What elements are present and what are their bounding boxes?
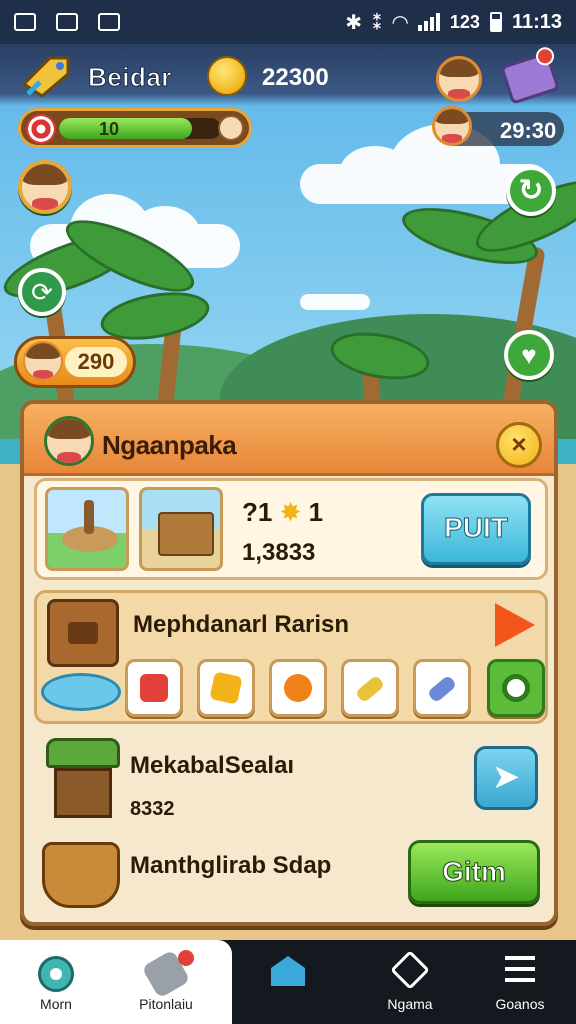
panel-avatar: [44, 416, 94, 466]
go-button[interactable]: Gitm: [408, 840, 540, 904]
diamond-tag-icon: [390, 950, 430, 990]
notification-icon: [14, 13, 36, 31]
workshop-thumbnail[interactable]: [139, 487, 223, 571]
recipe-row: Mephdanarl Rarisn: [34, 590, 548, 724]
nav-item-menu[interactable]: Goanos: [464, 940, 576, 1024]
quest-giver-button[interactable]: [18, 160, 72, 214]
player-name: Beidar: [88, 62, 172, 93]
profile-avatar[interactable]: [436, 56, 482, 102]
panel-title: Ngaanpaka: [102, 430, 237, 460]
recipe-title: Mephdanarl Rarisn: [133, 611, 350, 638]
house-icon: [271, 956, 305, 986]
basket-icon: [42, 842, 120, 908]
island-thumbnail[interactable]: [45, 487, 129, 571]
reward-label: ?1 ✸ 1: [242, 497, 323, 528]
item-slot-brick[interactable]: [125, 659, 183, 717]
nav-label: Ngama: [387, 996, 433, 1012]
gem-counter[interactable]: 290: [14, 336, 136, 388]
offer-row: ?1 ✸ 1 1,3833 PUIT: [34, 478, 548, 580]
pool-icon: [41, 673, 121, 711]
coin-count: 22300: [262, 64, 329, 91]
xp-track: [59, 118, 221, 139]
home-badge-icon: [38, 956, 74, 992]
notification-badge: [178, 950, 194, 966]
nav-label: Goanos: [495, 996, 545, 1012]
crate-icon: [47, 599, 119, 667]
share-icon[interactable]: ➤: [474, 746, 538, 810]
friend-avatar[interactable]: [432, 106, 472, 146]
nav-label: Morn: [40, 996, 72, 1012]
heart-icon[interactable]: [504, 330, 554, 380]
market-count: 8332: [130, 798, 175, 820]
bottom-nav: Morn Pitonlaiu Ngama Goanos: [0, 940, 576, 1024]
face-icon: [218, 115, 244, 141]
item-slot-fruit[interactable]: [269, 659, 327, 717]
cloud: [300, 294, 370, 310]
gem-count: 290: [65, 347, 127, 377]
notification-icon: [98, 13, 120, 31]
nav-item-home[interactable]: Morn: [0, 940, 112, 1024]
signal-icon: [417, 13, 440, 31]
top-hud: Beidar 22300: [0, 44, 576, 106]
nav-label: Pitonlaiu: [139, 996, 193, 1012]
clock: 11:13: [511, 10, 562, 33]
item-slot-toy-blocks[interactable]: [197, 659, 255, 717]
quest-panel: Ngaanpaka × ?1 ✸ 1 1,3833 PUIT Mephdanar…: [20, 400, 558, 926]
reward-suffix: 1: [308, 497, 324, 527]
play-arrow-icon[interactable]: [495, 603, 535, 647]
menu-icon: [505, 956, 535, 982]
panel-header: Ngaanpaka ×: [24, 404, 554, 476]
market-stall-icon: [46, 734, 120, 838]
battery-icon: [489, 12, 502, 32]
offer-amount: 1,3833: [242, 539, 316, 566]
xp-level: 10: [99, 119, 120, 139]
bluetooth-icon: ✱: [345, 11, 363, 34]
refresh-icon[interactable]: [506, 166, 556, 216]
friend-score: 29:30: [500, 118, 557, 143]
ring-slot-button[interactable]: [487, 659, 545, 717]
market-row: MekabalSealaı 8332 Manthglirab Sdap ➤ Gi…: [34, 734, 548, 920]
vibrate-icon: ⁑: [372, 11, 383, 34]
notification-icon: [56, 13, 78, 31]
character-avatar: [23, 341, 63, 381]
market-subtitle: Manthglirab Sdap: [130, 852, 332, 879]
target-icon: [26, 114, 56, 144]
sync-icon[interactable]: [18, 268, 66, 316]
network-label: 123: [449, 11, 480, 32]
status-bar: ✱ ⁑ ◠ 123 11:13: [0, 0, 576, 44]
item-slot-rolling-pin[interactable]: [341, 659, 399, 717]
wifi-icon: ◠: [392, 11, 408, 34]
tag-icon[interactable]: [20, 54, 72, 98]
coin-icon: [207, 56, 247, 96]
market-title: MekabalSealaı: [130, 752, 295, 779]
xp-fill: [59, 118, 192, 139]
xp-bar: 10: [18, 108, 252, 148]
put-button[interactable]: PUIT: [421, 493, 531, 565]
item-slot-telescope[interactable]: [413, 659, 471, 717]
nav-item-ngama[interactable]: Ngama: [354, 940, 466, 1024]
nav-item-shop[interactable]: Pitonlaiu: [110, 940, 222, 1024]
star-burst-icon: ✸: [279, 497, 302, 527]
nav-item-house[interactable]: [232, 940, 344, 1024]
reward-prefix: ?1: [242, 497, 273, 527]
close-button[interactable]: ×: [496, 422, 542, 468]
